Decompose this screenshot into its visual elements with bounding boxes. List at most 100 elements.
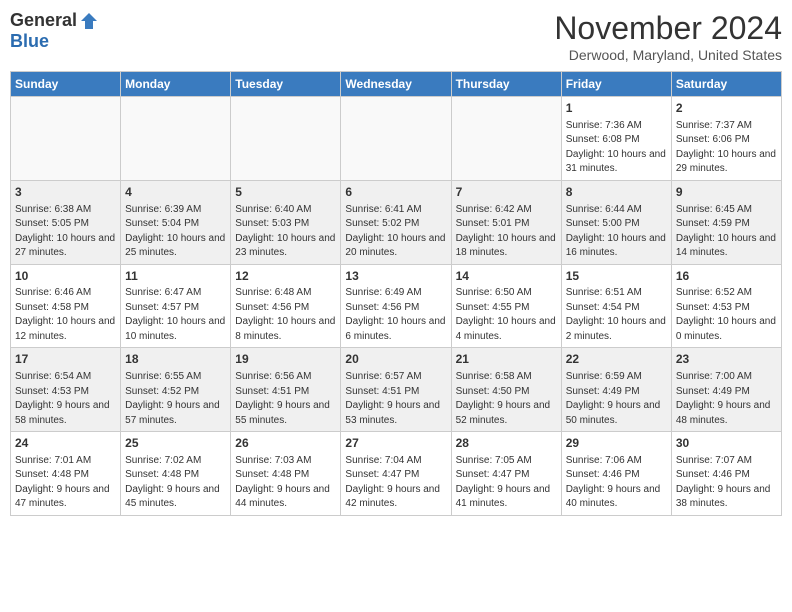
col-header-saturday: Saturday (671, 72, 781, 97)
day-number: 19 (235, 351, 336, 368)
day-info: Sunrise: 6:51 AMSunset: 4:54 PMDaylight:… (566, 286, 667, 344)
calendar-cell: 4 Sunrise: 6:39 AMSunset: 5:04 PMDaylight… (121, 180, 231, 264)
day-info: Sunrise: 6:56 AMSunset: 4:51 PMDaylight:… (235, 370, 336, 428)
calendar-cell: 19 Sunrise: 6:56 AMSunset: 4:51 PMDayligh… (231, 348, 341, 432)
day-number: 17 (15, 351, 116, 368)
calendar-cell (341, 97, 451, 181)
day-number: 10 (15, 268, 116, 285)
calendar-table: SundayMondayTuesdayWednesdayThursdayFrid… (10, 71, 782, 516)
calendar-cell: 2 Sunrise: 7:37 AMSunset: 6:06 PMDaylight… (671, 97, 781, 181)
calendar-cell: 29 Sunrise: 7:06 AMSunset: 4:46 PMDayligh… (561, 432, 671, 516)
location-text: Derwood, Maryland, United States (554, 47, 782, 63)
calendar-cell: 12Sunrise: 6:48 AMSunset: 4:56 PMDayligh… (231, 264, 341, 348)
day-number: 14 (456, 268, 557, 285)
calendar-header-row: SundayMondayTuesdayWednesdayThursdayFrid… (11, 72, 782, 97)
logo-icon (79, 11, 99, 31)
col-header-friday: Friday (561, 72, 671, 97)
col-header-thursday: Thursday (451, 72, 561, 97)
day-number: 11 (125, 268, 226, 285)
calendar-cell (11, 97, 121, 181)
day-number: 18 (125, 351, 226, 368)
day-info: Sunrise: 7:06 AMSunset: 4:46 PMDaylight:… (566, 454, 667, 512)
calendar-cell: 23 Sunrise: 7:00 AMSunset: 4:49 PMDayligh… (671, 348, 781, 432)
day-info: Sunrise: 6:54 AMSunset: 4:53 PMDaylight:… (15, 370, 116, 428)
calendar-cell (231, 97, 341, 181)
day-info: Sunrise: 6:39 AMSunset: 5:04 PMDaylight:… (125, 203, 226, 261)
col-header-monday: Monday (121, 72, 231, 97)
calendar-cell: 3 Sunrise: 6:38 AMSunset: 5:05 PMDaylight… (11, 180, 121, 264)
day-info: Sunrise: 7:04 AMSunset: 4:47 PMDaylight:… (345, 454, 446, 512)
day-number: 24 (15, 435, 116, 452)
logo-blue-text: Blue (10, 31, 49, 52)
day-info: Sunrise: 6:42 AMSunset: 5:01 PMDaylight:… (456, 203, 557, 261)
calendar-cell: 6 Sunrise: 6:41 AMSunset: 5:02 PMDaylight… (341, 180, 451, 264)
col-header-tuesday: Tuesday (231, 72, 341, 97)
day-number: 21 (456, 351, 557, 368)
day-number: 5 (235, 184, 336, 201)
day-number: 15 (566, 268, 667, 285)
day-number: 2 (676, 100, 777, 117)
calendar-cell: 10Sunrise: 6:46 AMSunset: 4:58 PMDayligh… (11, 264, 121, 348)
col-header-sunday: Sunday (11, 72, 121, 97)
day-number: 8 (566, 184, 667, 201)
day-number: 28 (456, 435, 557, 452)
calendar-cell: 18 Sunrise: 6:55 AMSunset: 4:52 PMDayligh… (121, 348, 231, 432)
day-number: 20 (345, 351, 446, 368)
day-number: 4 (125, 184, 226, 201)
day-info: Sunrise: 7:36 AMSunset: 6:08 PMDaylight:… (566, 119, 667, 177)
day-info: Sunrise: 7:03 AMSunset: 4:48 PMDaylight:… (235, 454, 336, 512)
calendar-cell: 8 Sunrise: 6:44 AMSunset: 5:00 PMDaylight… (561, 180, 671, 264)
title-block: November 2024 Derwood, Maryland, United … (554, 10, 782, 63)
calendar-cell: 17 Sunrise: 6:54 AMSunset: 4:53 PMDayligh… (11, 348, 121, 432)
day-number: 30 (676, 435, 777, 452)
day-number: 25 (125, 435, 226, 452)
calendar-cell: 7 Sunrise: 6:42 AMSunset: 5:01 PMDaylight… (451, 180, 561, 264)
calendar-cell (121, 97, 231, 181)
day-info: Sunrise: 6:50 AMSunset: 4:55 PMDaylight:… (456, 286, 557, 344)
day-number: 7 (456, 184, 557, 201)
day-info: Sunrise: 7:00 AMSunset: 4:49 PMDaylight:… (676, 370, 777, 428)
day-info: Sunrise: 7:01 AMSunset: 4:48 PMDaylight:… (15, 454, 116, 512)
calendar-cell: 9Sunrise: 6:45 AMSunset: 4:59 PMDaylight… (671, 180, 781, 264)
calendar-cell: 28Sunrise: 7:05 AMSunset: 4:47 PMDayligh… (451, 432, 561, 516)
day-number: 27 (345, 435, 446, 452)
day-number: 3 (15, 184, 116, 201)
day-info: Sunrise: 6:38 AMSunset: 5:05 PMDaylight:… (15, 203, 116, 261)
day-info: Sunrise: 6:41 AMSunset: 5:02 PMDaylight:… (345, 203, 446, 261)
day-info: Sunrise: 6:58 AMSunset: 4:50 PMDaylight:… (456, 370, 557, 428)
day-number: 13 (345, 268, 446, 285)
day-number: 6 (345, 184, 446, 201)
day-info: Sunrise: 6:52 AMSunset: 4:53 PMDaylight:… (676, 286, 777, 344)
calendar-cell (451, 97, 561, 181)
day-info: Sunrise: 6:48 AMSunset: 4:56 PMDaylight:… (235, 286, 336, 344)
day-number: 29 (566, 435, 667, 452)
day-info: Sunrise: 7:37 AMSunset: 6:06 PMDaylight:… (676, 119, 777, 177)
calendar-week-row: 3 Sunrise: 6:38 AMSunset: 5:05 PMDaylight… (11, 180, 782, 264)
day-info: Sunrise: 6:45 AMSunset: 4:59 PMDaylight:… (676, 203, 777, 261)
calendar-cell: 27 Sunrise: 7:04 AMSunset: 4:47 PMDayligh… (341, 432, 451, 516)
calendar-cell: 22 Sunrise: 6:59 AMSunset: 4:49 PMDayligh… (561, 348, 671, 432)
page-header: General Blue November 2024 Derwood, Mary… (10, 10, 782, 63)
col-header-wednesday: Wednesday (341, 72, 451, 97)
day-info: Sunrise: 7:02 AMSunset: 4:48 PMDaylight:… (125, 454, 226, 512)
day-number: 23 (676, 351, 777, 368)
calendar-cell: 13Sunrise: 6:49 AMSunset: 4:56 PMDayligh… (341, 264, 451, 348)
calendar-cell: 1Sunrise: 7:36 AMSunset: 6:08 PMDaylight… (561, 97, 671, 181)
day-info: Sunrise: 6:55 AMSunset: 4:52 PMDaylight:… (125, 370, 226, 428)
month-title: November 2024 (554, 10, 782, 47)
day-info: Sunrise: 6:44 AMSunset: 5:00 PMDaylight:… (566, 203, 667, 261)
day-number: 16 (676, 268, 777, 285)
day-info: Sunrise: 6:57 AMSunset: 4:51 PMDaylight:… (345, 370, 446, 428)
logo: General Blue (10, 10, 99, 52)
calendar-cell: 11Sunrise: 6:47 AMSunset: 4:57 PMDayligh… (121, 264, 231, 348)
calendar-cell: 24 Sunrise: 7:01 AMSunset: 4:48 PMDayligh… (11, 432, 121, 516)
day-info: Sunrise: 6:47 AMSunset: 4:57 PMDaylight:… (125, 286, 226, 344)
day-number: 12 (235, 268, 336, 285)
day-info: Sunrise: 6:59 AMSunset: 4:49 PMDaylight:… (566, 370, 667, 428)
calendar-week-row: 24 Sunrise: 7:01 AMSunset: 4:48 PMDayligh… (11, 432, 782, 516)
calendar-cell: 21 Sunrise: 6:58 AMSunset: 4:50 PMDayligh… (451, 348, 561, 432)
calendar-cell: 5Sunrise: 6:40 AMSunset: 5:03 PMDaylight… (231, 180, 341, 264)
day-number: 22 (566, 351, 667, 368)
calendar-cell: 15Sunrise: 6:51 AMSunset: 4:54 PMDayligh… (561, 264, 671, 348)
calendar-cell: 30Sunrise: 7:07 AMSunset: 4:46 PMDayligh… (671, 432, 781, 516)
